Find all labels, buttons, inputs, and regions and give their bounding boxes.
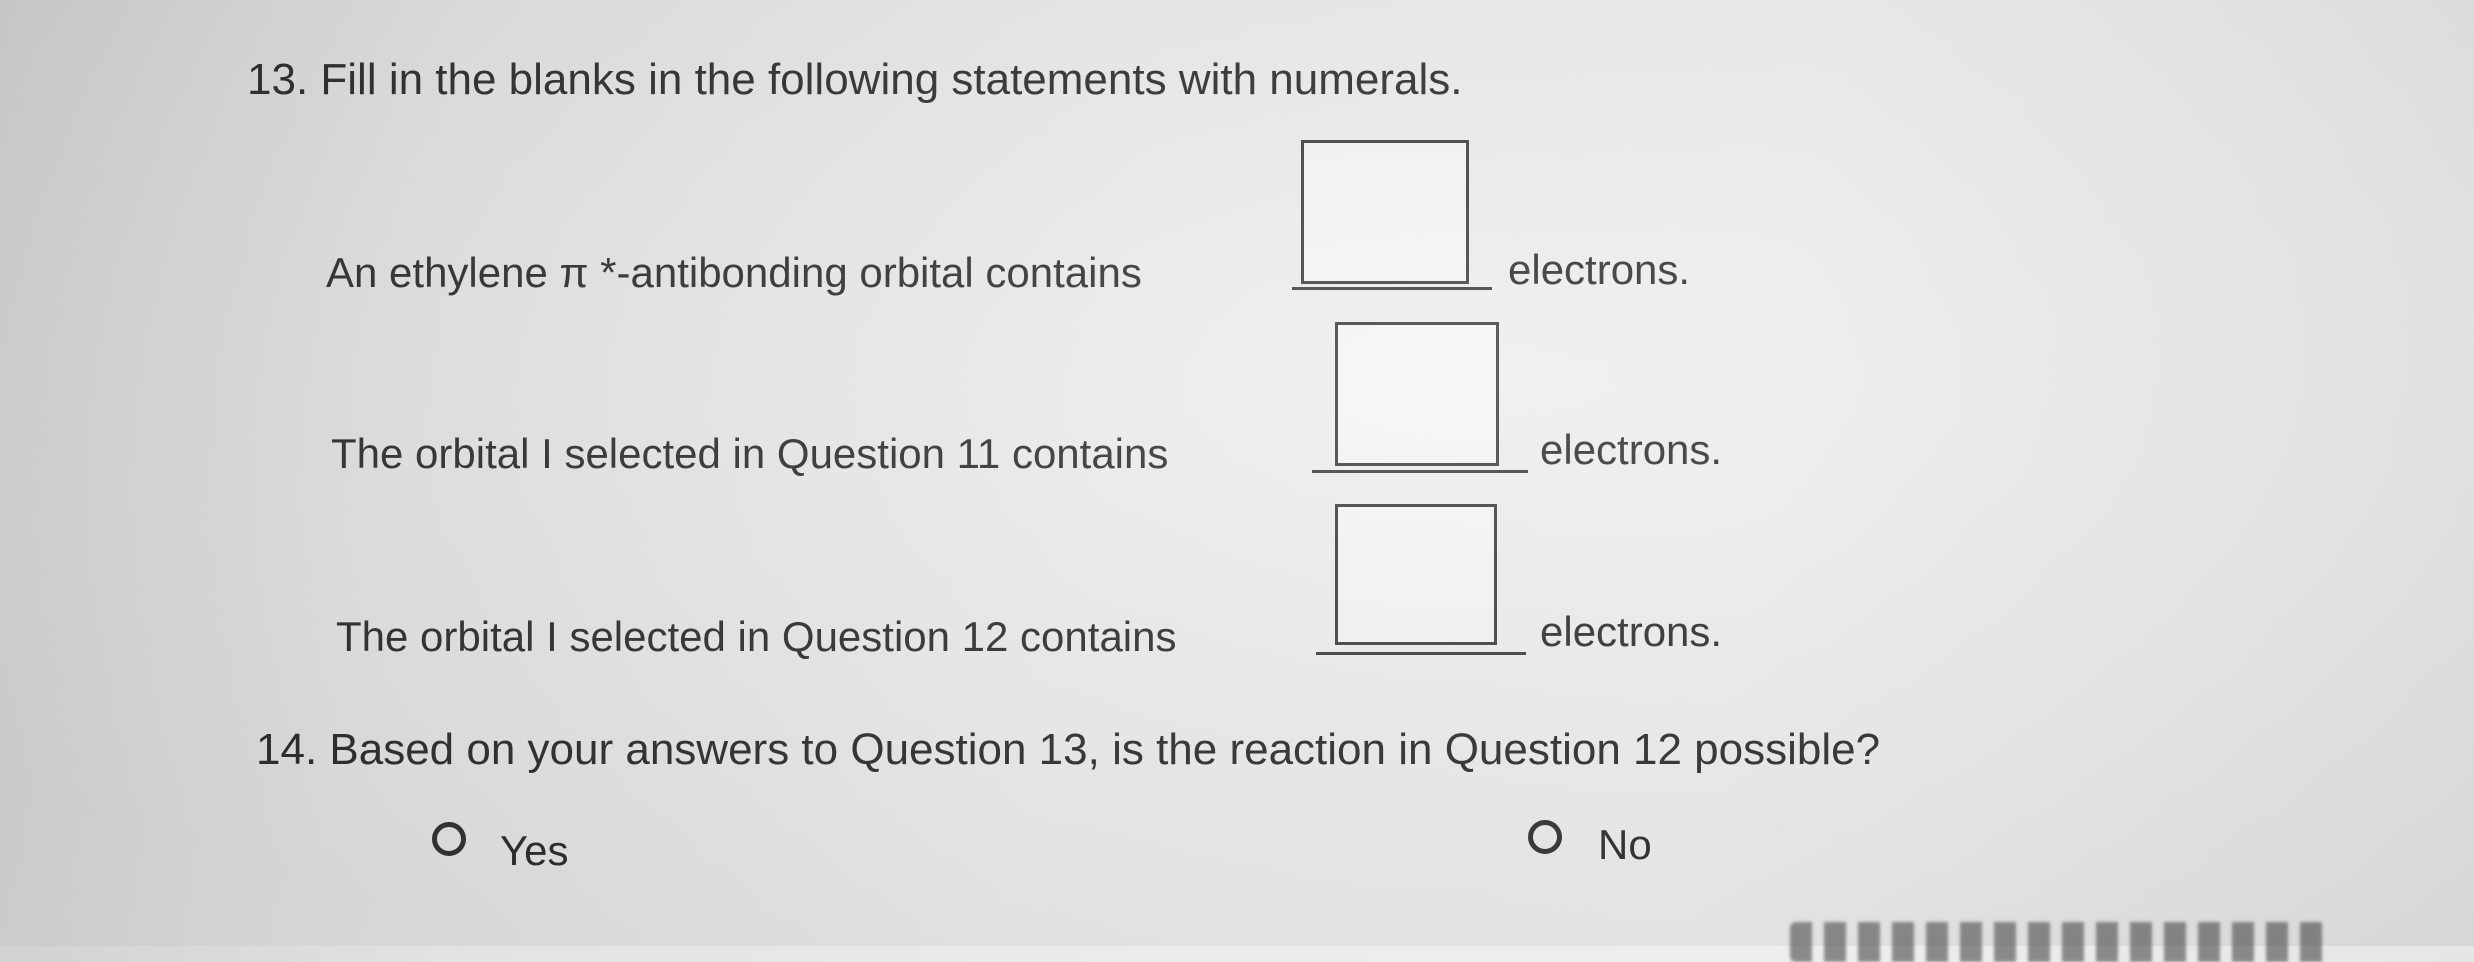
statement-2-suffix: electrons. xyxy=(1540,426,1723,473)
statement-1-text: An ethylene π *-antibonding orbital cont… xyxy=(326,249,1142,296)
statement-2-text: The orbital I selected in Question 11 co… xyxy=(331,430,1169,477)
cut-off-text-fragment xyxy=(1790,922,2330,962)
worksheet-page: 13. Fill in the blanks in the following … xyxy=(0,0,2474,962)
statement-2-answer-box[interactable] xyxy=(1335,322,1499,466)
question-14-title: 14. Based on your answers to Question 13… xyxy=(256,725,1881,774)
statement-3-suffix: electrons. xyxy=(1540,608,1723,655)
question-13-title: 13. Fill in the blanks in the following … xyxy=(247,55,1463,104)
statement-3-answer-box[interactable] xyxy=(1335,504,1497,645)
yes-option-label[interactable]: Yes xyxy=(500,830,569,872)
statement-1-answer-box[interactable] xyxy=(1301,140,1469,284)
statement-2-blank-line xyxy=(1312,470,1528,473)
statement-3-text: The orbital I selected in Question 12 co… xyxy=(336,613,1177,660)
statement-1-suffix: electrons. xyxy=(1508,246,1691,293)
statement-3-blank-line xyxy=(1316,652,1526,655)
yes-radio[interactable] xyxy=(432,822,466,856)
no-radio[interactable] xyxy=(1528,820,1562,854)
no-option-label[interactable]: No xyxy=(1598,824,1652,866)
statement-1-blank-line xyxy=(1292,287,1492,290)
